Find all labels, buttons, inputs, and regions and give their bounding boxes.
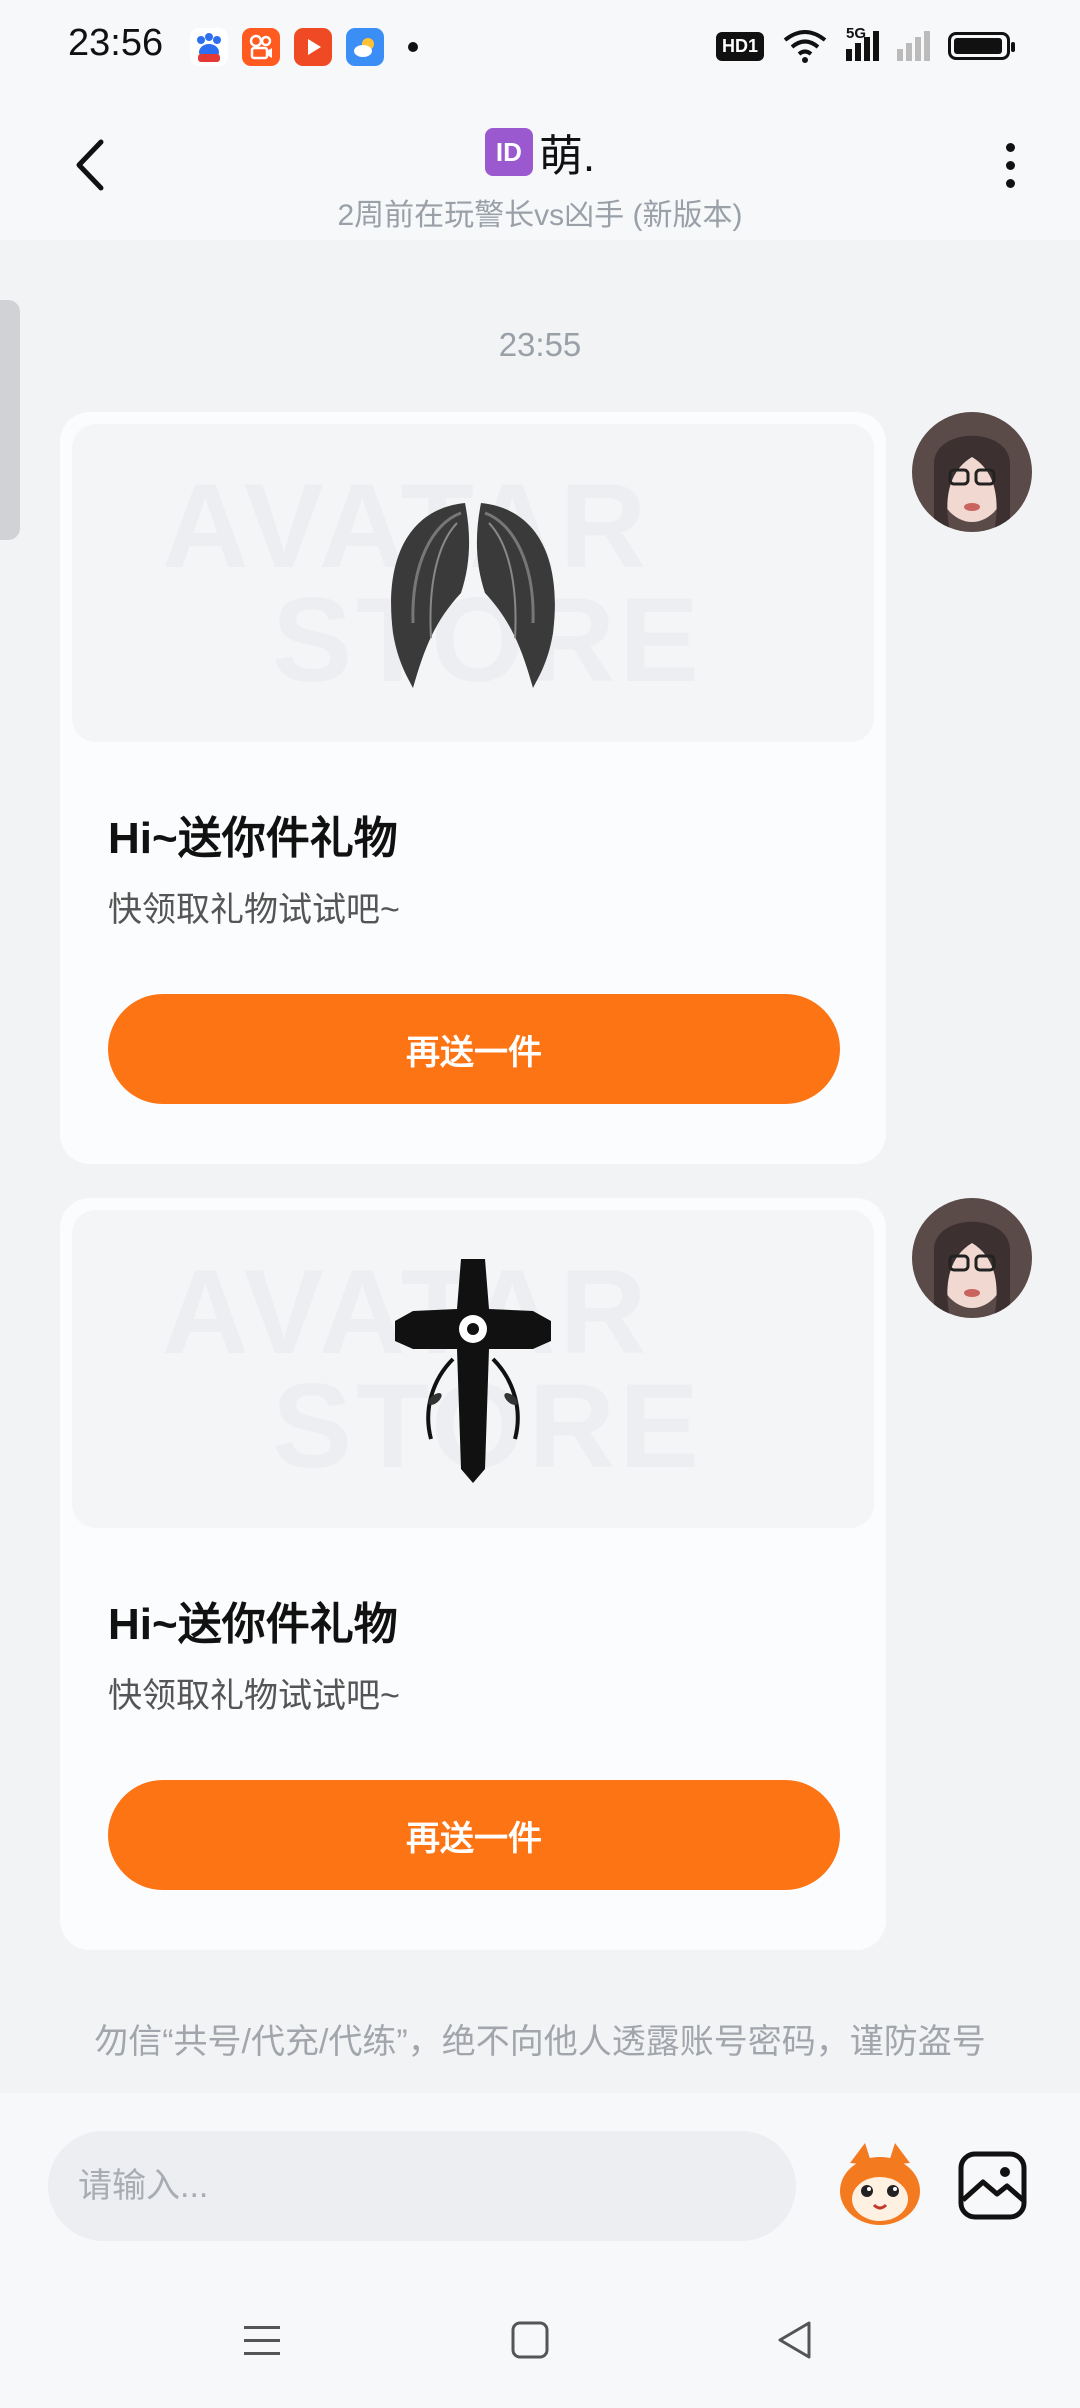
gift-message-card[interactable]: AVATAR STORE Hi~送你件礼物 快领取礼物试试吧~ 再送一件	[60, 412, 886, 1164]
chat-header: ID 萌. 2周前在玩警长vs凶手 (新版本)	[0, 95, 1080, 240]
wings-icon	[391, 503, 555, 688]
security-notice: 勿信“共号/代充/代练”，绝不向他人透露账号密码，谨防盗号	[94, 2023, 986, 2061]
status-time: 23:56	[68, 22, 164, 64]
gift-image: AVATAR STORE	[72, 424, 874, 742]
avatar[interactable]	[912, 412, 1032, 532]
weather-icon	[346, 28, 384, 66]
notification-dot	[408, 42, 418, 52]
page-title: ID 萌.	[484, 120, 596, 184]
id-badge: ID	[484, 128, 533, 176]
contact-name: 萌.	[538, 132, 596, 181]
mascot-emoji-icon	[840, 2143, 920, 2225]
avatar[interactable]	[912, 1198, 1032, 1318]
kuaishou-icon	[242, 28, 280, 66]
more-options-button[interactable]	[990, 135, 1030, 195]
gift-title: Hi~送你件礼物	[108, 814, 398, 863]
wifi-icon	[783, 30, 827, 63]
gift-image: AVATAR STORE	[72, 1210, 874, 1528]
baidu-icon	[190, 28, 228, 66]
send-again-button[interactable]: 再送一件	[108, 1780, 840, 1890]
more-dot	[1005, 160, 1015, 170]
battery-icon	[948, 32, 1015, 60]
signal-sim2-icon	[897, 31, 930, 61]
contact-status: 2周前在玩警长vs凶手 (新版本)	[337, 199, 743, 232]
cross-icon	[395, 1259, 551, 1483]
hd-icon: HD1	[715, 31, 764, 61]
back-nav-button[interactable]	[765, 2310, 825, 2370]
more-dot	[1005, 142, 1015, 152]
image-icon	[958, 2151, 1027, 2220]
message-timestamp: 23:55	[498, 326, 582, 363]
emoji-button[interactable]	[830, 2133, 930, 2233]
home-square-icon	[511, 2321, 549, 2359]
video-icon	[294, 28, 332, 66]
status-bar: 23:56 HD1 5G	[0, 0, 1080, 95]
status-indicators: HD1 5G	[715, 25, 1015, 64]
menu-nav-button[interactable]	[232, 2310, 292, 2370]
gift-title: Hi~送你件礼物	[108, 1600, 398, 1649]
image-picker-button[interactable]	[955, 2148, 1030, 2223]
home-nav-button[interactable]	[500, 2310, 560, 2370]
more-dot	[1005, 178, 1015, 188]
gift-description: 快领取礼物试试吧~	[108, 891, 400, 929]
chat-title-block: ID 萌. 2周前在玩警长vs凶手 (新版本)	[0, 120, 1080, 234]
back-triangle-icon	[778, 2321, 811, 2359]
signal-5g-icon: 5G	[846, 25, 879, 61]
gift-message-card[interactable]: AVATAR STORE Hi~送你件礼物 快领取礼物试试吧~ 再送一件	[60, 1198, 886, 1950]
status-app-icons	[190, 28, 418, 66]
menu-icon	[244, 2326, 280, 2355]
system-navigation-bar	[0, 2290, 1080, 2390]
gift-description: 快领取礼物试试吧~	[108, 1677, 400, 1715]
send-again-button[interactable]: 再送一件	[108, 994, 840, 1104]
message-input[interactable]	[48, 2131, 796, 2241]
